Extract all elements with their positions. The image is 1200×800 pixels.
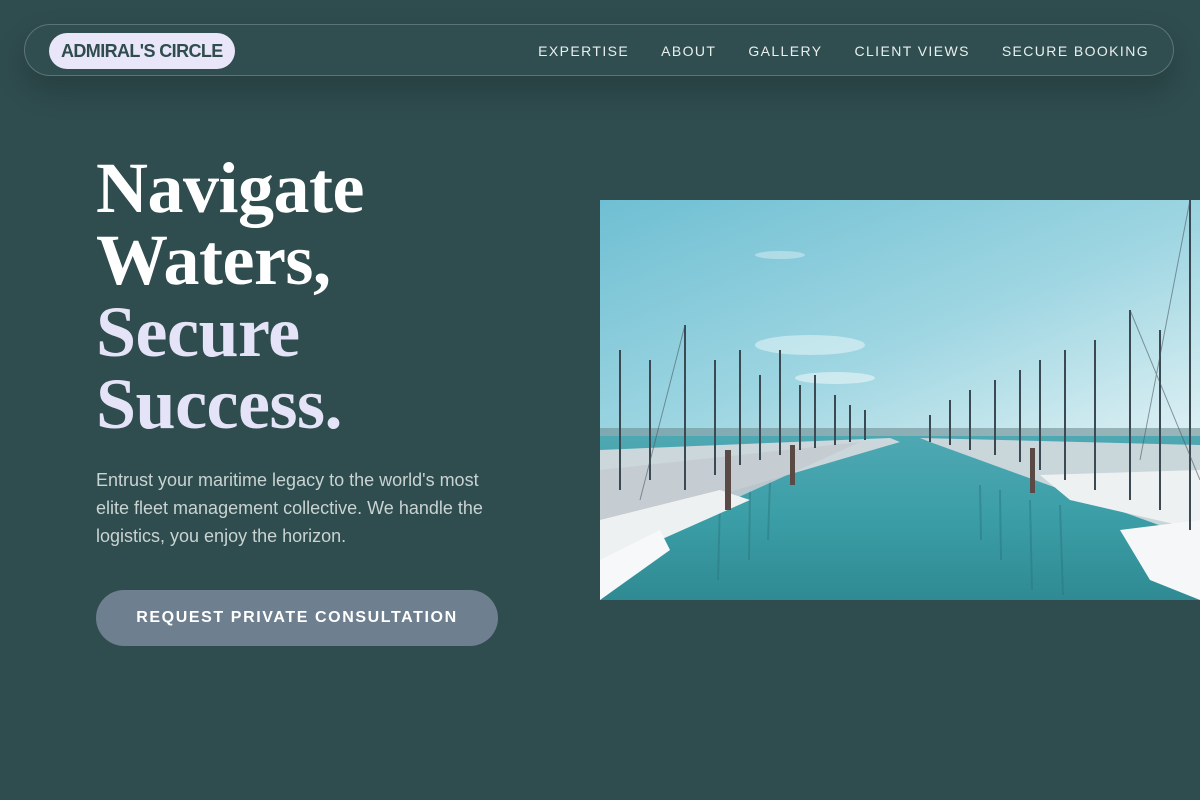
nav-link-expertise[interactable]: EXPERTISE — [538, 43, 629, 59]
marina-illustration — [600, 200, 1200, 600]
landing-page: ADMIRAL'S CIRCLE EXPERTISE ABOUT GALLERY… — [0, 0, 1200, 800]
top-navigation: ADMIRAL'S CIRCLE EXPERTISE ABOUT GALLERY… — [24, 24, 1174, 76]
hero-title-line-4: Success. — [96, 364, 342, 444]
brand-logo[interactable]: ADMIRAL'S CIRCLE — [49, 33, 235, 69]
hero-title-line-3: Secure — [96, 292, 300, 372]
hero-description: Entrust your maritime legacy to the worl… — [96, 470, 483, 546]
marina-photo — [600, 200, 1200, 600]
nav-link-gallery[interactable]: GALLERY — [748, 43, 822, 59]
nav-link-secure-booking[interactable]: SECURE BOOKING — [1002, 43, 1149, 59]
nav-link-about[interactable]: ABOUT — [661, 43, 716, 59]
hero-title-line-2: Waters, — [96, 220, 331, 300]
request-consultation-button[interactable]: REQUEST PRIVATE CONSULTATION — [96, 590, 498, 646]
hero-title: Navigate Waters, Secure Success. — [96, 152, 364, 440]
hero-title-line-1: Navigate — [96, 148, 364, 228]
nav-link-client-views[interactable]: CLIENT VIEWS — [854, 43, 969, 59]
nav-links: EXPERTISE ABOUT GALLERY CLIENT VIEWS SEC… — [538, 25, 1149, 77]
